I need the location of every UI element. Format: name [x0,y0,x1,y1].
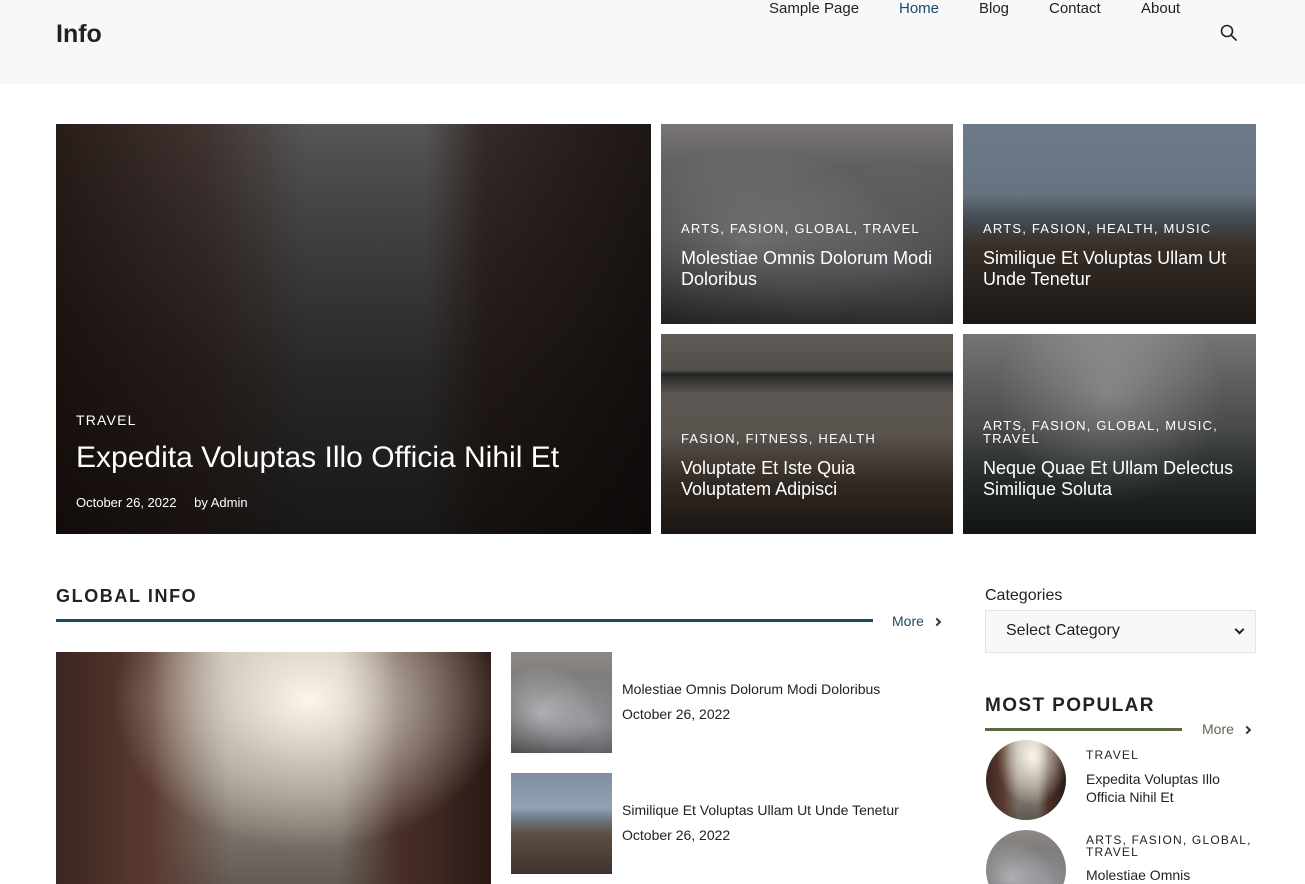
hero-tile-3-categories[interactable]: FASION, FITNESS, HEALTH [681,432,876,445]
popular-item-categories[interactable]: ARTS, FASION, GLOBAL, TRAVEL [1086,834,1261,858]
hero-main-author[interactable]: by Admin [194,495,247,510]
site-header: Info Sample Page Home Blog Contact About [0,0,1305,84]
list-item-title[interactable]: Similique Et Voluptas Ullam Ut Unde Tene… [622,802,899,818]
chevron-right-icon [1242,725,1252,735]
search-icon[interactable] [1220,24,1238,42]
hero-main-categories[interactable]: TRAVEL [76,413,137,427]
list-item-title[interactable]: Molestiae Omnis Dolorum Modi Doloribus [622,681,880,697]
hero-tile-4-title[interactable]: Neque Quae Et Ullam Delectus Similique S… [983,458,1238,500]
popular-item-categories[interactable]: TRAVEL [1086,749,1261,761]
hero-main-date: October 26, 2022 [76,495,177,510]
global-info-featured-image[interactable] [56,652,491,884]
nav-home[interactable]: Home [899,0,939,17]
hero-tile-3-title[interactable]: Voluptate Et Iste Quia Voluptatem Adipis… [681,458,935,500]
chevron-down-icon [1234,624,1245,635]
category-select-value: Select Category [1006,622,1120,639]
popular-item-title[interactable]: Expedita Voluptas Illo Officia Nihil Et [1086,770,1256,806]
hero-tile-2-categories[interactable]: ARTS, FASION, HEALTH, MUSIC [983,222,1211,235]
section-divider [985,728,1182,731]
section-divider [56,619,873,622]
more-label: More [892,613,924,629]
global-info-more-link[interactable]: More [892,613,942,629]
nav-contact[interactable]: Contact [1049,0,1101,17]
global-info-heading: GLOBAL INFO [56,586,198,606]
hero-main-meta: October 26, 2022 by Admin [76,495,248,510]
hero-tile-2[interactable]: ARTS, FASION, HEALTH, MUSIC Similique Et… [963,124,1256,324]
nav-about[interactable]: About [1141,0,1180,17]
popular-item-thumb[interactable] [986,830,1066,884]
chevron-right-icon [932,617,942,627]
site-logo[interactable]: Info [56,20,102,49]
hero-main-title[interactable]: Expedita Voluptas Illo Officia Nihil Et [76,440,633,476]
hero-tile-4-categories[interactable]: ARTS, FASION, GLOBAL, MUSIC, TRAVEL [983,419,1226,445]
list-item-thumb[interactable] [511,652,612,753]
categories-label: Categories [985,587,1063,604]
list-item-date: October 26, 2022 [622,827,731,843]
hero-tile-1-title[interactable]: Molestiae Omnis Dolorum Modi Doloribus [681,248,935,290]
list-item-thumb[interactable] [511,773,612,874]
hero-tile-1-categories[interactable]: ARTS, FASION, GLOBAL, TRAVEL [681,222,920,235]
list-item-date: October 26, 2022 [622,706,731,722]
nav-blog[interactable]: Blog [979,0,1009,17]
hero-tile-4[interactable]: ARTS, FASION, GLOBAL, MUSIC, TRAVEL Nequ… [963,334,1256,534]
most-popular-more-link[interactable]: More [1202,721,1252,737]
most-popular-heading: MOST POPULAR [985,695,1155,716]
category-select[interactable]: Select Category [985,610,1256,653]
popular-item-title[interactable]: Molestiae Omnis [1086,866,1256,884]
hero-tile-1[interactable]: ARTS, FASION, GLOBAL, TRAVEL Molestiae O… [661,124,953,324]
hero-main-post[interactable]: TRAVEL Expedita Voluptas Illo Officia Ni… [56,124,651,534]
hero-tile-2-title[interactable]: Similique Et Voluptas Ullam Ut Unde Tene… [983,248,1238,290]
hero-tile-3[interactable]: FASION, FITNESS, HEALTH Voluptate Et Ist… [661,334,953,534]
popular-item-thumb[interactable] [986,740,1066,820]
nav-sample-page[interactable]: Sample Page [769,0,859,17]
more-label: More [1202,721,1234,737]
